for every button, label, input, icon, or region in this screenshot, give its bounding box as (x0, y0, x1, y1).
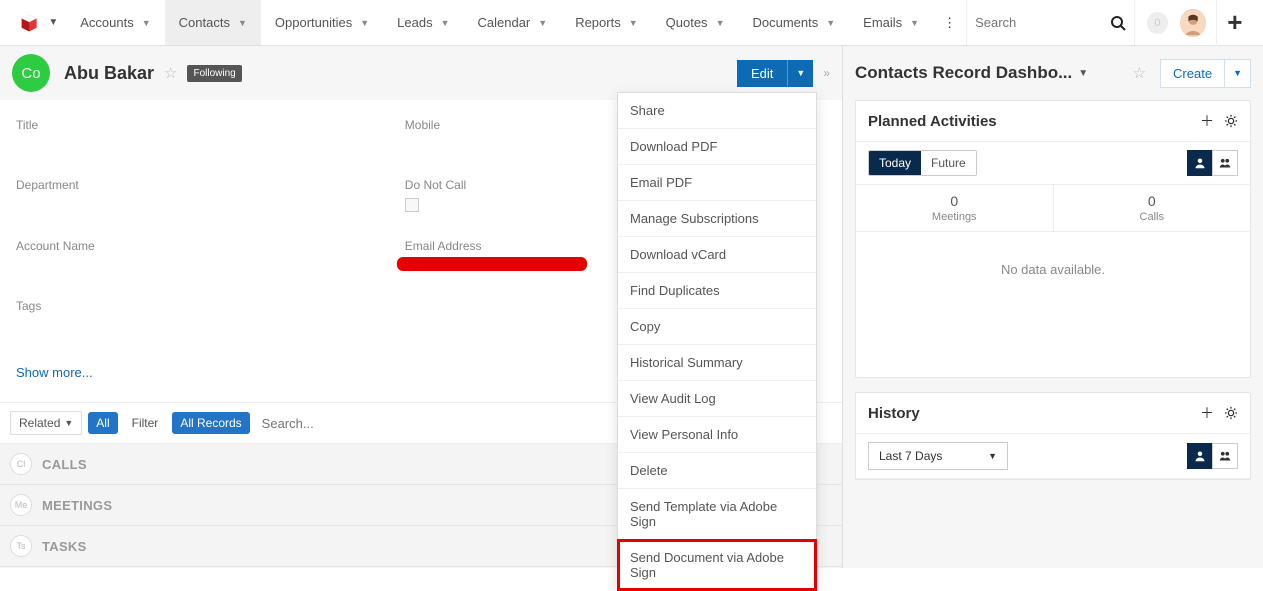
following-badge[interactable]: Following (187, 65, 241, 82)
nav-item-opportunities[interactable]: Opportunities▼ (261, 0, 383, 45)
chevron-down-icon: ▼ (142, 18, 151, 28)
add-icon[interactable]: ＋ (1200, 111, 1214, 131)
user-avatar[interactable] (1180, 9, 1206, 37)
module-icon: Cl (10, 453, 32, 475)
future-tab[interactable]: Future (921, 151, 976, 175)
gear-icon[interactable] (1224, 114, 1238, 128)
user-filter-icon[interactable] (1187, 443, 1213, 469)
history-range-select[interactable]: Last 7 Days▼ (868, 442, 1008, 470)
calls-stat[interactable]: 0 Calls (1054, 185, 1251, 231)
top-nav: ▼ Accounts▼Contacts▼Opportunities▼Leads▼… (0, 0, 1263, 46)
nav-item-contacts[interactable]: Contacts▼ (165, 0, 261, 45)
dropdown-item[interactable]: Download PDF (618, 129, 816, 165)
nav-item-leads[interactable]: Leads▼ (383, 0, 463, 45)
dropdown-item[interactable]: Send Template via Adobe Sign (618, 489, 816, 540)
notification-badge[interactable]: 0 (1147, 12, 1168, 34)
quick-create-button[interactable]: + (1216, 0, 1253, 46)
nav-item-documents[interactable]: Documents▼ (738, 0, 849, 45)
chevron-down-icon: ▼ (629, 18, 638, 28)
title-value[interactable] (16, 138, 405, 154)
chevron-down-icon: ▼ (910, 18, 919, 28)
group-filter-icon[interactable] (1212, 150, 1238, 176)
all-records-pill[interactable]: All Records (172, 412, 249, 434)
today-tab[interactable]: Today (869, 151, 921, 175)
chevron-down-icon: ▼ (826, 18, 835, 28)
edit-dropdown-caret[interactable]: ▼ (787, 60, 813, 87)
dropdown-item[interactable]: View Audit Log (618, 381, 816, 417)
subpanel-row-label: MEETINGS (42, 498, 112, 513)
user-filter-icon[interactable] (1187, 150, 1213, 176)
dropdown-item[interactable]: Email PDF (618, 165, 816, 201)
dashboard-header: Contacts Record Dashbo...▼ ☆ Create ▼ (855, 46, 1251, 100)
dropdown-item[interactable]: Historical Summary (618, 345, 816, 381)
dropdown-item[interactable]: Send Document via Adobe Sign (618, 540, 816, 590)
account-value[interactable] (16, 259, 405, 275)
dashboard-star-icon[interactable]: ☆ (1133, 64, 1146, 82)
add-icon[interactable]: ＋ (1200, 403, 1214, 423)
dashlet-title: History (868, 405, 920, 422)
dashboard-title[interactable]: Contacts Record Dashbo...▼ (855, 63, 1088, 83)
module-icon: Me (10, 494, 32, 516)
search-icon[interactable] (1110, 15, 1126, 31)
department-value[interactable] (16, 198, 405, 214)
create-dropdown-caret[interactable]: ▼ (1225, 59, 1251, 88)
dropdown-item[interactable]: View Personal Info (618, 417, 816, 453)
filter-label: Filter (124, 412, 167, 434)
chevron-down-icon: ▼ (238, 18, 247, 28)
module-icon: Ts (10, 535, 32, 557)
subpanel-row-label: CALLS (42, 457, 87, 472)
gear-icon[interactable] (1224, 406, 1238, 420)
chevron-down-icon: ▼ (360, 18, 369, 28)
dropdown-item[interactable]: Find Duplicates (618, 273, 816, 309)
nav-item-calendar[interactable]: Calendar▼ (464, 0, 562, 45)
dropdown-item[interactable]: Download vCard (618, 237, 816, 273)
tags-value[interactable] (16, 319, 405, 335)
chevron-down-icon: ▼ (716, 18, 725, 28)
dropdown-item[interactable]: Copy (618, 309, 816, 345)
title-label: Title (16, 118, 405, 132)
global-search (966, 0, 1135, 45)
group-filter-icon[interactable] (1212, 443, 1238, 469)
nav-item-quotes[interactable]: Quotes▼ (652, 0, 739, 45)
department-label: Department (16, 178, 405, 192)
logo-caret-icon[interactable]: ▼ (48, 17, 58, 28)
chevron-down-icon: ▼ (441, 18, 450, 28)
record-avatar: Co (12, 54, 50, 92)
meetings-stat[interactable]: 0 Meetings (856, 185, 1054, 231)
chevron-down-icon: ▼ (538, 18, 547, 28)
all-pill[interactable]: All (88, 412, 117, 434)
no-data-text: No data available. (856, 232, 1250, 377)
nav-more-icon[interactable]: ⋮ (933, 15, 966, 31)
chevron-down-icon: ▼ (1078, 68, 1088, 79)
chevron-down-icon: ▼ (988, 451, 997, 461)
related-button[interactable]: Related▼ (10, 411, 82, 435)
tags-label: Tags (16, 299, 405, 313)
subpanel-row-label: TASKS (42, 539, 87, 554)
nav-item-accounts[interactable]: Accounts▼ (66, 0, 164, 45)
search-input[interactable] (975, 15, 1095, 30)
planned-activities-dashlet: Planned Activities ＋ Today Future (855, 100, 1251, 378)
favorite-star-icon[interactable]: ☆ (164, 64, 177, 82)
history-dashlet: History ＋ Last 7 Days▼ (855, 392, 1251, 480)
app-logo-icon[interactable] (18, 11, 40, 35)
dropdown-item[interactable]: Delete (618, 453, 816, 489)
dropdown-item[interactable]: Share (618, 93, 816, 129)
nav-item-reports[interactable]: Reports▼ (561, 0, 651, 45)
nav-item-emails[interactable]: Emails▼ (849, 0, 933, 45)
edit-dropdown-menu: ShareDownload PDFEmail PDFManage Subscri… (617, 92, 817, 591)
create-button[interactable]: Create (1160, 59, 1225, 88)
expand-icon[interactable]: » (823, 66, 830, 80)
edit-button[interactable]: Edit (737, 60, 787, 87)
account-label: Account Name (16, 239, 405, 253)
redacted-email (405, 261, 585, 271)
dropdown-item[interactable]: Manage Subscriptions (618, 201, 816, 237)
dashlet-title: Planned Activities (868, 113, 997, 130)
record-name: Abu Bakar (64, 63, 154, 84)
donotcall-checkbox[interactable] (405, 198, 419, 212)
